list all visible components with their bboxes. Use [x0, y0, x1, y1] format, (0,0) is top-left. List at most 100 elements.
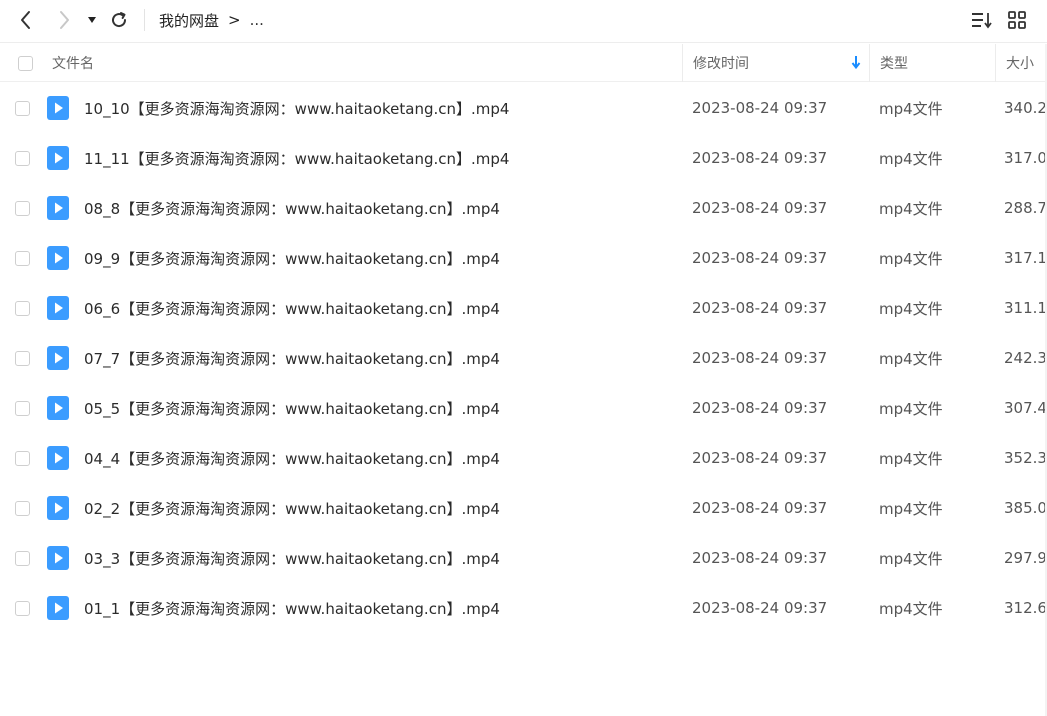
- row-checkbox[interactable]: [15, 350, 30, 366]
- file-type: mp4文件: [879, 149, 943, 168]
- row-checkbox[interactable]: [15, 400, 30, 416]
- file-type: mp4文件: [879, 599, 943, 618]
- file-modified: 2023-08-24 09:37: [692, 399, 828, 417]
- file-name[interactable]: 05_5【更多资源海淘资源网：www.haitaoketang.cn】.mp4: [84, 383, 500, 433]
- file-name[interactable]: 08_8【更多资源海淘资源网：www.haitaoketang.cn】.mp4: [84, 183, 500, 233]
- file-size: 288.7: [1004, 199, 1047, 217]
- row-checkbox[interactable]: [15, 550, 30, 566]
- file-size: 242.3: [1004, 349, 1047, 367]
- file-name[interactable]: 06_6【更多资源海淘资源网：www.haitaoketang.cn】.mp4: [84, 283, 500, 333]
- breadcrumb-root[interactable]: 我的网盘: [159, 10, 219, 31]
- row-checkbox[interactable]: [15, 450, 30, 466]
- file-name[interactable]: 11_11【更多资源海淘资源网：www.haitaoketang.cn】.mp4: [84, 133, 509, 183]
- file-row[interactable]: 01_1【更多资源海淘资源网：www.haitaoketang.cn】.mp4 …: [0, 583, 1047, 633]
- file-row[interactable]: 10_10【更多资源海淘资源网：www.haitaoketang.cn】.mp4…: [0, 83, 1047, 133]
- row-select: [15, 83, 30, 133]
- row-checkbox[interactable]: [15, 100, 30, 116]
- row-checkbox[interactable]: [15, 300, 30, 316]
- file-name[interactable]: 01_1【更多资源海淘资源网：www.haitaoketang.cn】.mp4: [84, 583, 500, 633]
- video-file-icon: [47, 483, 69, 533]
- column-header-name[interactable]: 文件名: [52, 44, 94, 82]
- file-type: mp4文件: [879, 399, 943, 418]
- file-size: 307.4: [1004, 399, 1047, 417]
- toolbar-divider: [144, 9, 145, 31]
- file-size: 297.9: [1004, 549, 1047, 567]
- column-header-size[interactable]: 大小: [995, 44, 1047, 82]
- video-file-icon: [47, 233, 69, 283]
- row-checkbox[interactable]: [15, 500, 30, 516]
- file-modified: 2023-08-24 09:37: [692, 349, 828, 367]
- row-checkbox[interactable]: [15, 150, 30, 166]
- file-type: mp4文件: [879, 199, 943, 218]
- file-size: 340.2: [1004, 99, 1047, 117]
- file-row[interactable]: 05_5【更多资源海淘资源网：www.haitaoketang.cn】.mp4 …: [0, 383, 1047, 433]
- video-file-icon: [47, 583, 69, 633]
- row-select: [15, 183, 30, 233]
- file-name[interactable]: 04_4【更多资源海淘资源网：www.haitaoketang.cn】.mp4: [84, 433, 500, 483]
- row-checkbox[interactable]: [15, 250, 30, 266]
- arrow-down-icon: [851, 56, 861, 69]
- file-size: 317.0: [1004, 149, 1047, 167]
- row-select: [15, 333, 30, 383]
- forward-button[interactable]: [50, 6, 78, 34]
- select-all-cell: [18, 44, 33, 82]
- file-row[interactable]: 09_9【更多资源海淘资源网：www.haitaoketang.cn】.mp4 …: [0, 233, 1047, 283]
- column-header-type[interactable]: 类型: [869, 44, 995, 82]
- file-list: 10_10【更多资源海淘资源网：www.haitaoketang.cn】.mp4…: [0, 83, 1047, 633]
- select-all-checkbox[interactable]: [18, 55, 33, 71]
- breadcrumb-separator: >: [228, 11, 241, 29]
- video-file-icon: [47, 283, 69, 333]
- sort-icon: [972, 13, 992, 29]
- breadcrumb-more[interactable]: ...: [250, 11, 264, 29]
- video-file-icon: [47, 433, 69, 483]
- file-row[interactable]: 02_2【更多资源海淘资源网：www.haitaoketang.cn】.mp4 …: [0, 483, 1047, 533]
- row-select: [15, 433, 30, 483]
- column-header-modified[interactable]: 修改时间: [682, 44, 869, 82]
- file-type: mp4文件: [879, 549, 943, 568]
- file-modified: 2023-08-24 09:37: [692, 149, 828, 167]
- column-header-modified-label: 修改时间: [693, 56, 749, 72]
- sort-button[interactable]: [969, 6, 995, 34]
- file-row[interactable]: 03_3【更多资源海淘资源网：www.haitaoketang.cn】.mp4 …: [0, 533, 1047, 583]
- file-type: mp4文件: [879, 99, 943, 118]
- file-modified: 2023-08-24 09:37: [692, 499, 828, 517]
- file-name[interactable]: 02_2【更多资源海淘资源网：www.haitaoketang.cn】.mp4: [84, 483, 500, 533]
- refresh-button[interactable]: [106, 6, 132, 34]
- file-modified: 2023-08-24 09:37: [692, 99, 828, 117]
- file-size: 312.6: [1004, 599, 1047, 617]
- file-modified: 2023-08-24 09:37: [692, 199, 828, 217]
- file-type: mp4文件: [879, 449, 943, 468]
- toolbar: 我的网盘 > ...: [0, 0, 1047, 43]
- file-row[interactable]: 06_6【更多资源海淘资源网：www.haitaoketang.cn】.mp4 …: [0, 283, 1047, 333]
- file-size: 311.1: [1004, 299, 1047, 317]
- row-checkbox[interactable]: [15, 200, 30, 216]
- video-file-icon: [47, 133, 69, 183]
- file-row[interactable]: 11_11【更多资源海淘资源网：www.haitaoketang.cn】.mp4…: [0, 133, 1047, 183]
- grid-view-button[interactable]: [1004, 6, 1030, 34]
- file-row[interactable]: 07_7【更多资源海淘资源网：www.haitaoketang.cn】.mp4 …: [0, 333, 1047, 383]
- file-name[interactable]: 09_9【更多资源海淘资源网：www.haitaoketang.cn】.mp4: [84, 233, 500, 283]
- history-dropdown-button[interactable]: [84, 6, 100, 34]
- file-list-header: 文件名 修改时间 类型 大小: [0, 44, 1047, 82]
- video-file-icon: [47, 183, 69, 233]
- chevron-left-icon: [21, 11, 30, 29]
- file-name[interactable]: 07_7【更多资源海淘资源网：www.haitaoketang.cn】.mp4: [84, 333, 500, 383]
- back-button[interactable]: [12, 6, 40, 34]
- file-row[interactable]: 08_8【更多资源海淘资源网：www.haitaoketang.cn】.mp4 …: [0, 183, 1047, 233]
- row-select: [15, 533, 30, 583]
- chevron-right-icon: [60, 11, 69, 29]
- file-row[interactable]: 04_4【更多资源海淘资源网：www.haitaoketang.cn】.mp4 …: [0, 433, 1047, 483]
- caret-down-icon: [88, 17, 96, 23]
- refresh-icon: [112, 12, 127, 28]
- file-size: 385.0: [1004, 499, 1047, 517]
- file-modified: 2023-08-24 09:37: [692, 449, 828, 467]
- file-type: mp4文件: [879, 499, 943, 518]
- file-modified: 2023-08-24 09:37: [692, 249, 828, 267]
- file-name[interactable]: 03_3【更多资源海淘资源网：www.haitaoketang.cn】.mp4: [84, 533, 500, 583]
- breadcrumb: 我的网盘 > ...: [159, 8, 264, 32]
- grid-view-icon: [1008, 11, 1026, 29]
- row-select: [15, 383, 30, 433]
- video-file-icon: [47, 333, 69, 383]
- row-checkbox[interactable]: [15, 600, 30, 616]
- file-name[interactable]: 10_10【更多资源海淘资源网：www.haitaoketang.cn】.mp4: [84, 83, 509, 133]
